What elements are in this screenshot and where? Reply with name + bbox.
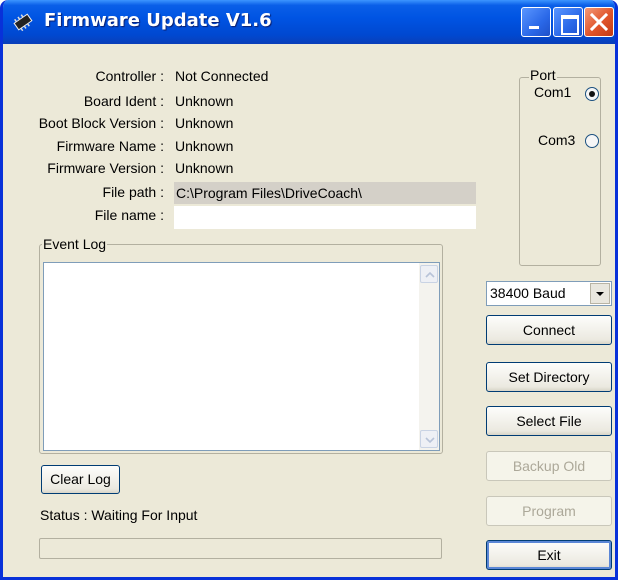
exit-button[interactable]: Exit (486, 540, 612, 570)
controller-label: Controller : (95, 68, 164, 84)
chip-icon (13, 13, 33, 32)
file-path-field: C:\Program Files\DriveCoach\ (174, 182, 476, 204)
file-name-label: File name : (94, 207, 164, 223)
firmware-name-label: Firmware Name : (56, 138, 164, 154)
event-log-scrollbar[interactable] (419, 263, 439, 450)
progress-bar (39, 538, 442, 559)
com1-radio[interactable] (585, 87, 599, 101)
chevron-down-icon[interactable] (590, 283, 610, 304)
select-file-button[interactable]: Select File (486, 406, 612, 436)
file-path-label: File path : (102, 184, 164, 200)
program-button[interactable]: Program (486, 496, 612, 526)
event-log-area[interactable] (43, 262, 440, 451)
board-ident-value: Unknown (175, 93, 234, 109)
port-legend: Port (529, 67, 557, 83)
firmware-update-window: Firmware Update V1.6 Controller : Not Co… (0, 0, 618, 580)
port-group (519, 77, 601, 266)
maximize-icon[interactable] (553, 7, 583, 37)
arrow-up-icon[interactable] (420, 265, 438, 283)
com3-radio[interactable] (585, 134, 599, 148)
firmware-name-value: Unknown (175, 138, 234, 154)
com1-label[interactable]: Com1 (534, 84, 571, 100)
file-name-field[interactable] (174, 206, 476, 229)
boot-block-label: Boot Block Version : (38, 115, 164, 131)
board-ident-label: Board Ident : (83, 93, 164, 109)
minimize-icon[interactable] (521, 7, 551, 37)
clear-log-button[interactable]: Clear Log (41, 465, 120, 494)
backup-old-button[interactable]: Backup Old (486, 451, 612, 481)
com3-label[interactable]: Com3 (538, 132, 575, 148)
connect-button[interactable]: Connect (486, 315, 612, 345)
set-directory-button[interactable]: Set Directory (486, 362, 612, 392)
baud-rate-select[interactable]: 38400 Baud (486, 281, 612, 306)
status-text: Status : Waiting For Input (40, 507, 198, 523)
title-bar[interactable]: Firmware Update V1.6 (3, 0, 615, 44)
window-title: Firmware Update V1.6 (44, 10, 272, 31)
boot-block-value: Unknown (175, 115, 234, 131)
firmware-version-value: Unknown (175, 160, 234, 176)
firmware-version-label: Firmware Version : (47, 160, 164, 176)
arrow-down-icon[interactable] (420, 430, 438, 448)
controller-value: Not Connected (175, 68, 269, 84)
close-icon[interactable] (584, 7, 614, 37)
event-log-legend: Event Log (42, 236, 108, 252)
baud-rate-value: 38400 Baud (490, 285, 566, 301)
